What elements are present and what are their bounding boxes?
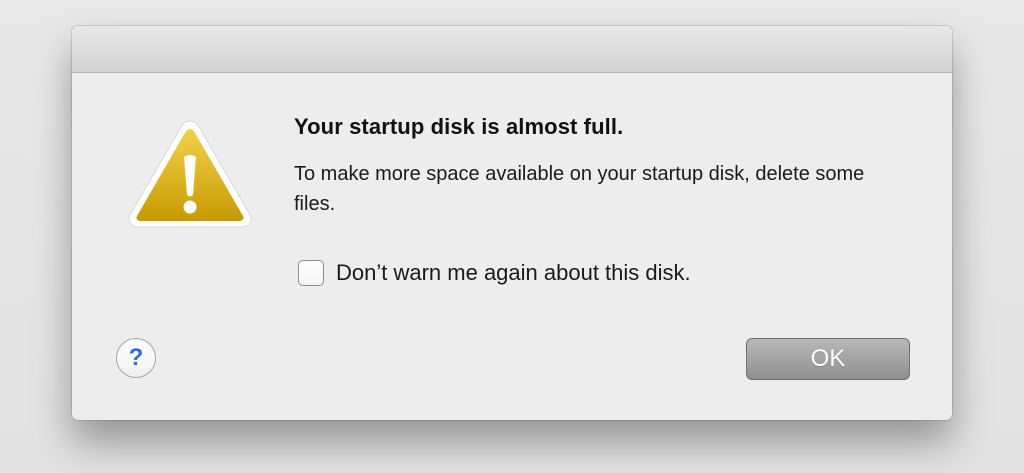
dialog-title: Your startup disk is almost full. [294, 114, 624, 139]
ok-button[interactable]: OK [746, 338, 910, 380]
dont-warn-checkbox-row[interactable]: Don’t warn me again about this disk. [298, 260, 691, 286]
help-icon: ? [128, 344, 144, 371]
desktop-background: Your startup disk is almost full. To mak… [0, 0, 1024, 473]
dont-warn-checkbox-label[interactable]: Don’t warn me again about this disk. [336, 260, 691, 286]
dont-warn-checkbox[interactable] [298, 260, 324, 286]
warning-triangle-icon [128, 120, 252, 228]
ok-button-label: OK [810, 345, 846, 372]
alert-dialog: Your startup disk is almost full. To mak… [72, 26, 952, 420]
dialog-titlebar[interactable] [72, 26, 952, 73]
help-button[interactable]: ? [116, 338, 156, 378]
dialog-message: To make more space available on your sta… [294, 163, 865, 215]
